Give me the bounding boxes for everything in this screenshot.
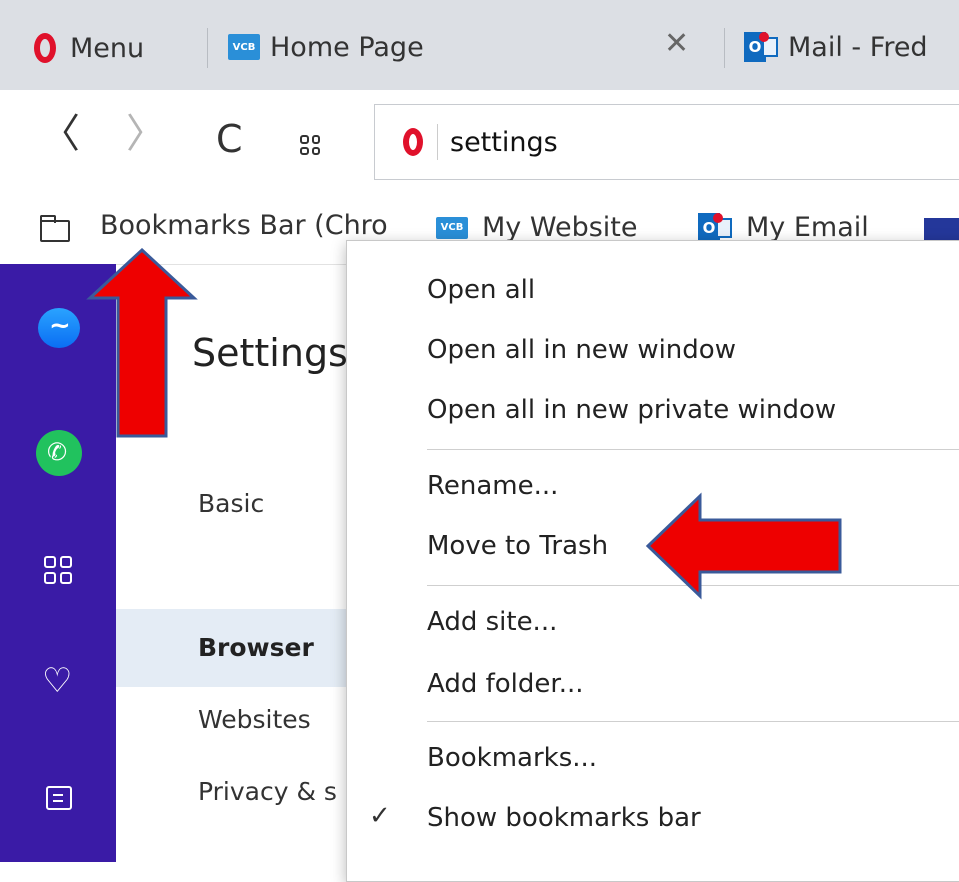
menu-item-rename[interactable]: Rename... — [427, 471, 558, 501]
menu-item-bookmarks[interactable]: Bookmarks... — [427, 743, 597, 773]
page-title: Settings — [192, 331, 348, 375]
back-icon[interactable]: 〈 — [40, 114, 80, 154]
reload-icon[interactable]: C — [216, 120, 243, 158]
checkmark-icon: ✓ — [369, 801, 391, 831]
url-text[interactable]: settings — [450, 127, 558, 158]
opera-logo-icon — [34, 33, 56, 63]
speed-dial-icon[interactable] — [300, 135, 320, 155]
tab-divider — [207, 28, 208, 68]
bookmark-my-email[interactable]: O My Email — [698, 212, 869, 243]
bookmark-label: My Website — [482, 212, 638, 243]
tab-strip: Menu VCB Home Page ✕ O Mail - Fred — [0, 0, 959, 91]
bookmark-my-website[interactable]: VCB My Website — [436, 212, 638, 243]
navigation-bar: 〈 〉 C settings — [0, 90, 959, 198]
bookmarks-folder[interactable]: Bookmarks Bar (Chro — [100, 210, 400, 241]
settings-nav-privacy[interactable]: Privacy & s — [198, 777, 337, 806]
url-divider — [437, 124, 438, 160]
speed-dial-icon[interactable] — [44, 556, 72, 584]
vcb-icon: VCB — [228, 34, 260, 60]
vcb-icon: VCB — [436, 216, 468, 239]
close-tab-icon[interactable]: ✕ — [664, 26, 689, 61]
settings-nav-basic[interactable]: Basic — [198, 489, 264, 518]
tab-label: Mail - Fred — [788, 31, 928, 63]
folder-icon[interactable] — [40, 215, 70, 242]
tab-label: Home Page — [270, 31, 424, 63]
messenger-icon[interactable] — [38, 308, 80, 348]
news-icon[interactable] — [46, 786, 72, 810]
menu-separator — [427, 721, 959, 722]
bookmark-label: My Email — [746, 212, 869, 243]
menu-item-open-all[interactable]: Open all — [427, 275, 535, 305]
menu-item-open-all-private-window[interactable]: Open all in new private window — [427, 395, 836, 425]
heart-icon[interactable]: ♡ — [42, 664, 72, 698]
menu-item-show-bookmarks-bar[interactable]: Show bookmarks bar — [427, 803, 701, 833]
tab-mail[interactable]: O Mail - Fred — [744, 22, 928, 72]
left-arrow-annotation — [645, 492, 842, 600]
menu-separator — [427, 449, 959, 450]
whatsapp-icon[interactable] — [36, 430, 82, 476]
tab-home-page[interactable]: VCB Home Page — [228, 22, 424, 72]
up-arrow-annotation — [86, 248, 198, 438]
menu-item-open-all-new-window[interactable]: Open all in new window — [427, 335, 736, 365]
settings-nav-browser[interactable]: Browser — [198, 633, 314, 662]
menu-item-add-folder[interactable]: Add folder... — [427, 669, 583, 699]
outlook-icon: O — [744, 32, 778, 62]
address-bar[interactable]: settings — [374, 104, 959, 180]
outlook-icon: O — [698, 212, 732, 243]
menu-item-move-to-trash[interactable]: Move to Trash — [427, 531, 608, 561]
settings-nav-websites[interactable]: Websites — [198, 705, 311, 734]
opera-page-icon — [403, 128, 423, 156]
menu-item-add-site[interactable]: Add site... — [427, 607, 557, 637]
tab-divider — [724, 28, 725, 68]
forward-icon[interactable]: 〉 — [126, 114, 166, 154]
opera-menu-button[interactable]: Menu — [34, 24, 144, 72]
menu-label: Menu — [70, 32, 145, 64]
